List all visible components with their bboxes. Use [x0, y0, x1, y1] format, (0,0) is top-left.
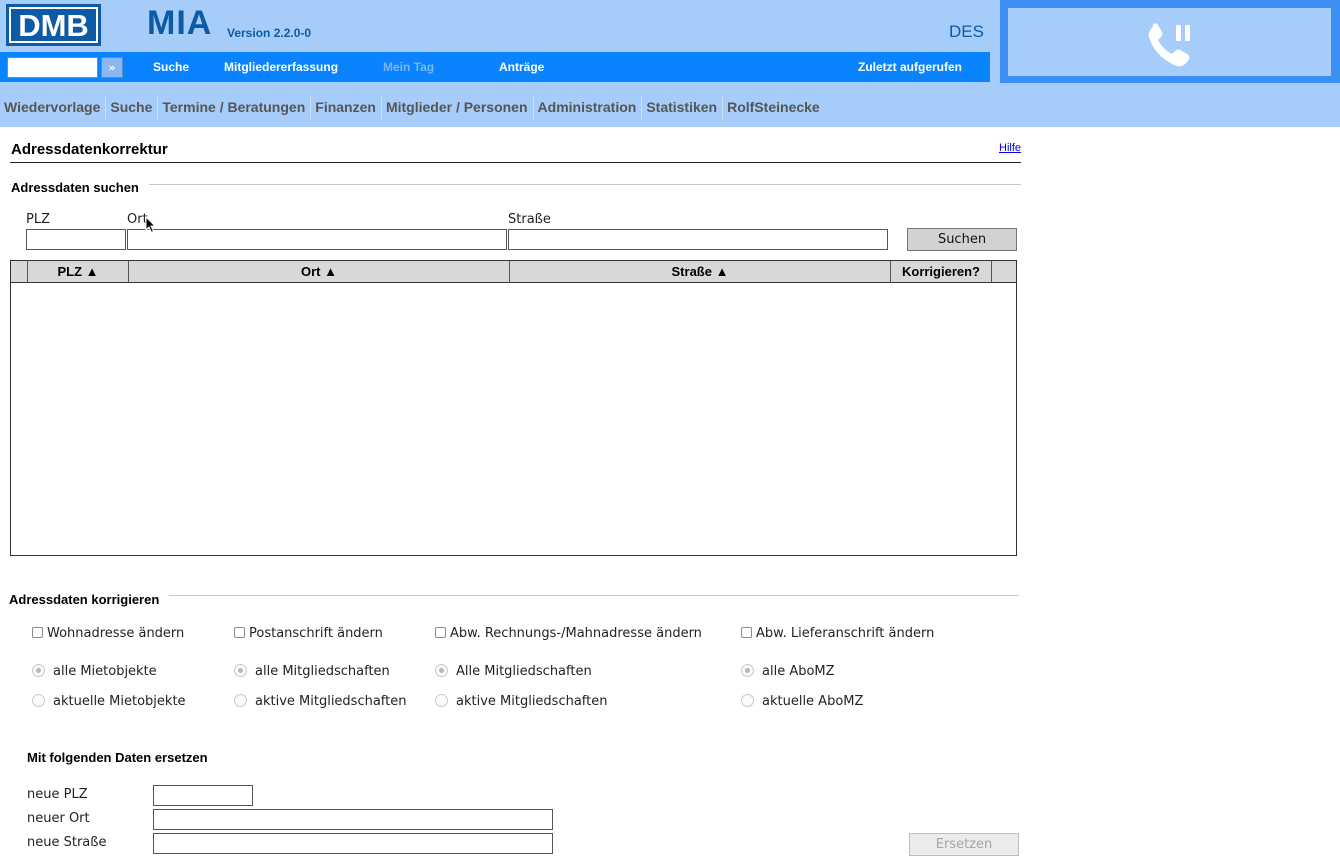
new-ort-input[interactable] [153, 809, 553, 830]
ort-input[interactable] [127, 229, 507, 250]
new-plz-label: neue PLZ [27, 787, 88, 802]
nav-mitglieder-personen[interactable]: Mitglieder / Personen [380, 95, 533, 119]
alle-mitgliedschaften-post-label: alle Mitgliedschaften [255, 664, 390, 679]
alle-mitgliedschaften-post-radio[interactable] [234, 664, 247, 677]
column-header-korrigieren[interactable]: Korrigieren? [890, 261, 991, 283]
page-title: Adressdatenkorrektur [11, 141, 168, 158]
search-button[interactable]: Suchen [907, 228, 1017, 251]
aktive-mitgliedschaften-post-radio[interactable] [234, 694, 247, 707]
phone-status-area[interactable] [1008, 8, 1331, 76]
wohnadresse-label: Wohnadresse ändern [47, 626, 185, 641]
new-plz-input[interactable] [153, 785, 253, 806]
plz-label: PLZ [26, 212, 50, 227]
rechnungsadresse-label: Abw. Rechnungs-/Mahnadresse ändern [450, 626, 702, 641]
nav-user-rolfsteinecke[interactable]: RolfSteinecke [722, 95, 825, 119]
nav-wiedervorlage[interactable]: Wiedervorlage [0, 95, 105, 119]
new-ort-label: neuer Ort [27, 811, 90, 826]
aktuelle-mietobjekte-label: aktuelle Mietobjekte [53, 694, 186, 709]
column-header-strasse[interactable]: Straße ▲ [509, 261, 890, 283]
replace-section-title: Mit folgenden Daten ersetzen [27, 750, 208, 765]
topnav-mein-tag[interactable]: Mein Tag [383, 60, 434, 74]
alle-abomz-label: alle AboMZ [762, 664, 835, 679]
nav-statistiken[interactable]: Statistiken [641, 95, 722, 119]
aktuelle-abomz-label: aktuelle AboMZ [762, 694, 864, 709]
new-strasse-input[interactable] [153, 833, 553, 854]
results-table: PLZ ▲ Ort ▲ Straße ▲ Korrigieren? [10, 260, 1017, 556]
topnav-suche[interactable]: Suche [153, 60, 189, 74]
user-code: DES [949, 22, 984, 41]
lieferanschrift-label: Abw. Lieferanschrift ändern [756, 626, 935, 641]
help-link[interactable]: Hilfe [999, 142, 1021, 154]
wohnadresse-checkbox[interactable] [32, 627, 43, 638]
logo-text: DMB [9, 7, 98, 43]
search-section-title: Adressdaten suchen [11, 180, 149, 195]
alle-mitgliedschaften-rechnung-radio[interactable] [435, 664, 448, 677]
new-strasse-label: neue Straße [27, 835, 107, 850]
rechnungsadresse-checkbox[interactable] [435, 627, 446, 638]
alle-mietobjekte-radio[interactable] [32, 664, 45, 677]
replace-button[interactable]: Ersetzen [909, 833, 1019, 856]
topnav-mitgliedererfassung[interactable]: Mitgliedererfassung [224, 60, 338, 74]
app-name: MIA [147, 4, 213, 42]
correct-section-title: Adressdaten korrigieren [9, 592, 170, 607]
plz-input[interactable] [26, 229, 126, 250]
row-selector-header [11, 261, 27, 283]
postanschrift-checkbox[interactable] [234, 627, 245, 638]
nav-administration[interactable]: Administration [532, 95, 642, 119]
nav-finanzen[interactable]: Finanzen [310, 95, 381, 119]
aktive-mitgliedschaften-rechnung-radio[interactable] [435, 694, 448, 707]
aktive-mitgliedschaften-post-label: aktive Mitgliedschaften [255, 694, 407, 709]
scrollbar-header [991, 261, 1016, 283]
strasse-input[interactable] [508, 229, 888, 250]
main-navigation: Wiedervorlage Suche Termine / Beratungen… [0, 95, 825, 119]
aktuelle-mietobjekte-radio[interactable] [32, 694, 45, 707]
topnav-antraege[interactable]: Anträge [499, 60, 544, 74]
phone-panel [1000, 0, 1340, 83]
mouse-cursor-icon [145, 216, 157, 234]
lieferanschrift-checkbox[interactable] [741, 627, 752, 638]
nav-suche[interactable]: Suche [105, 95, 157, 119]
alle-mietobjekte-label: alle Mietobjekte [53, 664, 157, 679]
nav-termine-beratungen[interactable]: Termine / Beratungen [157, 95, 310, 119]
postanschrift-label: Postanschrift ändern [249, 626, 383, 641]
dmb-logo: DMB [6, 4, 101, 46]
title-divider [10, 162, 1021, 163]
search-section-divider [10, 184, 1021, 185]
quick-search-input[interactable] [7, 57, 98, 78]
quick-search-go-button[interactable]: » [101, 57, 123, 78]
column-header-plz[interactable]: PLZ ▲ [27, 261, 128, 283]
strasse-label: Straße [508, 212, 551, 227]
topnav-zuletzt-aufgerufen[interactable]: Zuletzt aufgerufen [858, 60, 962, 74]
alle-abomz-radio[interactable] [741, 664, 754, 677]
column-header-ort[interactable]: Ort ▲ [128, 261, 509, 283]
top-toolbar: » Suche Mitgliedererfassung Mein Tag Ant… [0, 52, 990, 82]
phone-hold-icon[interactable] [1145, 21, 1197, 69]
alle-mitgliedschaften-rechnung-label: Alle Mitgliedschaften [456, 664, 592, 679]
app-header: DMB MIA Version 2.2.0-0 DES » Suche Mitg… [0, 0, 1340, 127]
app-version: Version 2.2.0-0 [227, 26, 312, 40]
aktuelle-abomz-radio[interactable] [741, 694, 754, 707]
aktive-mitgliedschaften-rechnung-label: aktive Mitgliedschaften [456, 694, 608, 709]
results-table-header: PLZ ▲ Ort ▲ Straße ▲ Korrigieren? [11, 261, 1016, 283]
